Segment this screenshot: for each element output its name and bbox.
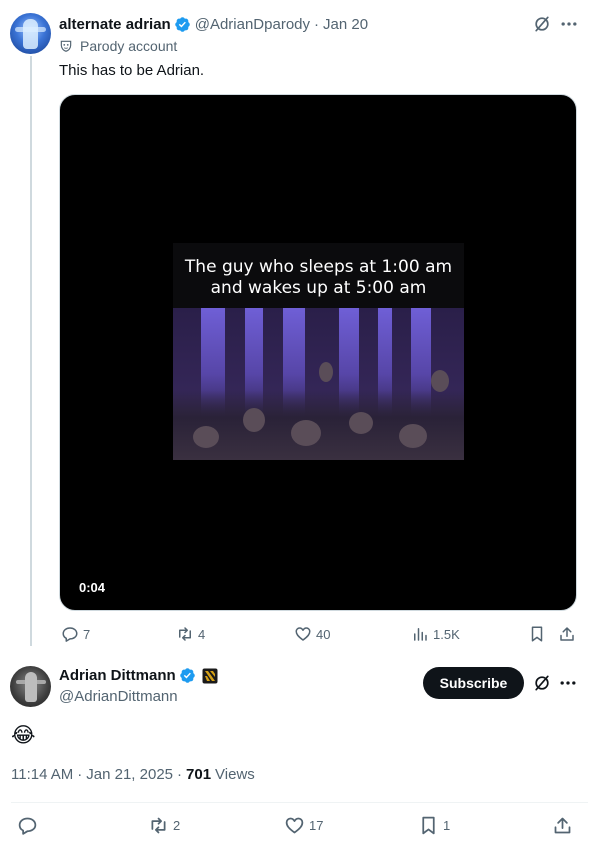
video-caption: The guy who sleeps at 1:00 am and wakes … [184,256,453,298]
verified-badge-icon [174,16,190,32]
like-button[interactable]: 17 [284,815,323,836]
like-count: 40 [316,626,331,642]
share-button[interactable] [552,815,573,836]
video-caption-area: The guy who sleeps at 1:00 am and wakes … [173,243,464,312]
bookmark-icon [422,816,435,835]
bookmark-icon [531,626,543,642]
tweet-date[interactable]: Jan 20 [323,16,368,33]
video-duration: 0:04 [79,580,106,595]
verified-badge-icon [179,668,195,683]
avatar[interactable] [10,13,51,54]
bookmark-button[interactable]: 1 [418,815,450,836]
grok-icon[interactable] [532,14,552,34]
video-player[interactable]: The guy who sleeps at 1:00 am and wakes … [59,94,577,611]
tweet-time[interactable]: 11:14 AM [11,766,73,783]
bookmark-count: 1 [443,818,451,833]
repost-count: 4 [198,626,206,642]
reply-count: 7 [83,626,91,642]
tweet-metadata: 11:14 AM · Jan 21, 2025 · 701 Views [11,766,255,783]
share-button[interactable] [558,625,576,643]
repost-icon [179,627,191,641]
avatar[interactable] [10,666,51,707]
separator-dot: · [314,15,320,33]
repost-button[interactable]: 2 [148,815,180,836]
bookmark-button[interactable] [528,625,546,643]
more-icon[interactable] [559,14,579,34]
affiliation-badge-icon[interactable] [202,668,218,684]
repost-icon [151,817,166,834]
tweet-text: 😂 [11,724,36,747]
parody-label-text: Parody account [80,38,178,54]
like-button[interactable]: 40 [294,625,330,643]
repost-button[interactable]: 4 [176,625,205,643]
video-frame [173,308,464,460]
tweet-text: This has to be Adrian. [59,62,205,79]
views-count: 1.5K [433,626,460,642]
more-icon[interactable] [558,673,578,693]
handle[interactable]: @AdrianDparody [195,16,310,33]
heart-icon [295,627,311,641]
separator-dot: · [177,766,183,783]
reply-button[interactable]: 7 [61,625,90,643]
reply-icon [18,817,37,835]
reply-icon [62,627,78,642]
grok-icon[interactable] [532,673,552,693]
thread-connector-line [30,56,32,646]
views-button[interactable]: 1.5K [411,625,460,643]
divider [11,802,588,803]
display-name[interactable]: Adrian Dittmann [59,667,176,684]
display-name[interactable]: alternate adrian [59,16,171,33]
views-label: Views [215,766,255,783]
share-icon [560,627,574,641]
separator-dot: · [77,766,83,783]
like-count: 17 [309,818,324,833]
main-tweet-header: Adrian Dittmann [59,667,218,684]
parent-tweet-header: alternate adrian @AdrianDparody · Jan 20 [59,14,368,34]
parody-label: Parody account [59,38,177,54]
parody-mask-icon [60,40,72,52]
views-count: 701 [186,766,212,783]
repost-count: 2 [173,818,181,833]
tweet-date[interactable]: Jan 21, 2025 [86,766,173,783]
views-icon [414,628,427,641]
reply-button[interactable] [17,815,38,836]
share-icon [554,817,571,834]
subscribe-button[interactable]: Subscribe [423,667,524,699]
handle[interactable]: @AdrianDittmann [59,688,178,705]
heart-icon [285,817,304,834]
